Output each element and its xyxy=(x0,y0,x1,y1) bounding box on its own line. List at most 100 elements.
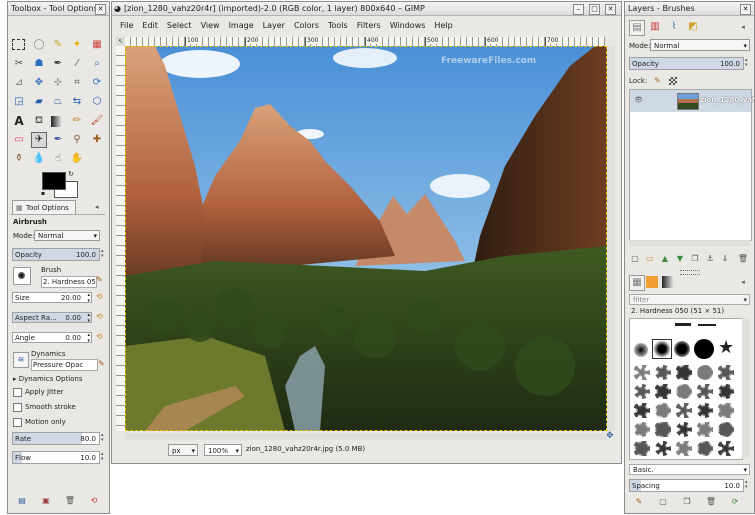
spacing-slider[interactable]: Spacing 10.0 xyxy=(629,479,744,492)
align-tool-icon[interactable]: ⊹ xyxy=(51,76,65,90)
menu-file[interactable]: File xyxy=(120,21,133,30)
rect-select-tool-icon[interactable] xyxy=(12,39,25,50)
pencil-tool-icon[interactable]: ✏ xyxy=(70,114,84,128)
foreground-select-tool-icon[interactable]: ☗ xyxy=(32,57,46,71)
layer-opacity-slider[interactable]: Opacity 100.0 xyxy=(629,57,744,70)
brush-item[interactable] xyxy=(634,422,650,437)
unit-select[interactable]: px ▾ xyxy=(168,444,198,456)
brush-item[interactable] xyxy=(675,323,691,326)
brush-item[interactable] xyxy=(655,441,671,456)
shear-tool-icon[interactable]: ▰ xyxy=(32,95,46,109)
menu-layer[interactable]: Layer xyxy=(263,21,285,30)
brush-item[interactable] xyxy=(676,365,692,380)
brush-item[interactable] xyxy=(655,403,671,418)
layer-mode-select[interactable]: Normal ▾ xyxy=(650,39,750,51)
canvas-area[interactable]: FreewareFiles.com xyxy=(125,46,607,431)
zoom-select[interactable]: 100% ▾ xyxy=(204,444,242,456)
rate-spin-arrows[interactable]: ▴ ▾ xyxy=(101,433,104,443)
color-picker-tool-icon[interactable]: ⁄ xyxy=(70,57,84,71)
close-button[interactable]: ✕ xyxy=(605,4,616,15)
tab-patterns-icon[interactable] xyxy=(646,276,658,288)
image-window-titlebar[interactable]: ◕ [zion_1280_vahz20r4r] (imported)-2.0 (… xyxy=(112,2,621,16)
layer-row[interactable]: 👁 zion_1280_vahz xyxy=(630,90,755,112)
fuzzy-select-tool-icon[interactable]: ✦ xyxy=(70,38,84,52)
angle-reset-icon[interactable]: ⟲ xyxy=(96,332,103,341)
layers-titlebar[interactable]: Layers - Brushes xyxy=(625,2,754,16)
tab-gradients-icon[interactable] xyxy=(662,276,674,288)
brush-item[interactable] xyxy=(697,365,713,380)
clone-tool-icon[interactable]: ⚲ xyxy=(70,133,84,147)
brush-item[interactable] xyxy=(674,341,690,357)
duplicate-brush-icon[interactable]: ❐ xyxy=(681,497,693,507)
new-group-icon[interactable]: ▭ xyxy=(644,254,656,264)
brushes-menu-icon[interactable]: ◂ xyxy=(736,275,750,289)
size-spin-arrows[interactable]: ▴ ▾ xyxy=(87,292,90,304)
motion-only-box[interactable] xyxy=(13,417,22,427)
tab-paths-icon[interactable]: ⌇ xyxy=(667,20,681,34)
tab-brushes-icon[interactable]: ▦ xyxy=(629,275,645,291)
new-brush-icon[interactable]: ▢ xyxy=(657,497,669,507)
brush-item-selected[interactable] xyxy=(652,339,672,359)
reset-options-icon[interactable]: ⟲ xyxy=(88,496,100,506)
menu-windows[interactable]: Windows xyxy=(390,21,426,30)
flip-tool-icon[interactable]: ⇆ xyxy=(70,95,84,109)
zoom-tool-icon[interactable]: ⌕ xyxy=(90,57,104,71)
measure-tool-icon[interactable]: ⊿ xyxy=(12,76,26,90)
menu-view[interactable]: View xyxy=(201,21,220,30)
free-select-tool-icon[interactable]: ✎ xyxy=(51,38,65,52)
brush-item[interactable] xyxy=(718,384,734,399)
text-tool-icon[interactable]: A xyxy=(12,114,26,128)
size-reset-icon[interactable]: ⟲ xyxy=(96,292,103,301)
crop-tool-icon[interactable]: ⌗ xyxy=(70,76,84,90)
blur-tool-icon[interactable]: 💧 xyxy=(32,152,46,166)
brush-item[interactable] xyxy=(634,403,650,418)
brush-item[interactable] xyxy=(634,441,650,456)
menu-edit[interactable]: Edit xyxy=(142,21,158,30)
layer-list-hscroll[interactable] xyxy=(629,240,750,246)
lock-pixels-icon[interactable]: ✎ xyxy=(654,76,661,85)
smooth-stroke-box[interactable] xyxy=(13,402,22,412)
brush-grid-scrollbar[interactable] xyxy=(742,318,750,458)
tab-undo-icon[interactable]: ◩ xyxy=(686,20,700,34)
brush-item[interactable] xyxy=(694,339,714,359)
brush-item[interactable] xyxy=(655,422,671,437)
edit-brush-button-icon[interactable]: ✎ xyxy=(633,497,645,507)
brush-item[interactable] xyxy=(697,441,713,456)
brush-item[interactable] xyxy=(697,384,713,399)
menu-tools[interactable]: Tools xyxy=(328,21,348,30)
layers-close-button[interactable]: ✕ xyxy=(740,4,751,15)
paintbrush-tool-icon[interactable]: 🖌 xyxy=(90,114,104,128)
brush-item[interactable] xyxy=(676,384,692,399)
heal-tool-icon[interactable]: ✚ xyxy=(90,133,104,147)
ruler-corner[interactable]: ↖ xyxy=(116,37,125,46)
blend-tool-icon[interactable] xyxy=(51,116,62,127)
lower-layer-icon[interactable]: ▼ xyxy=(674,254,686,264)
layer-opacity-spin-arrows[interactable]: ▴ ▾ xyxy=(745,58,748,68)
airbrush-tool-icon[interactable]: ✈ xyxy=(31,132,47,148)
lock-alpha-icon[interactable] xyxy=(669,77,677,85)
delete-options-icon[interactable]: 🗑 xyxy=(64,496,76,506)
ellipse-select-tool-icon[interactable]: ◯ xyxy=(32,38,46,52)
spacing-spin-arrows[interactable]: ▴ ▾ xyxy=(745,480,748,490)
menu-select[interactable]: Select xyxy=(167,21,192,30)
eye-icon[interactable]: 👁 xyxy=(634,96,643,104)
brush-item[interactable] xyxy=(676,403,692,418)
horizontal-ruler[interactable]: 100 200 300 400 500 600 700 xyxy=(125,37,605,46)
edit-dynamics-icon[interactable]: ✎ xyxy=(98,359,105,368)
brush-item[interactable] xyxy=(718,403,734,418)
brush-item[interactable] xyxy=(697,403,713,418)
bucket-fill-tool-icon[interactable]: ⛾ xyxy=(32,114,46,128)
angle-spin-arrows[interactable]: ▴ ▾ xyxy=(87,332,90,344)
dynamics-icon[interactable]: ≋ xyxy=(13,352,29,368)
brush-item[interactable] xyxy=(634,384,650,399)
move-tool-icon[interactable]: ✥ xyxy=(32,76,46,90)
brush-item[interactable] xyxy=(718,422,734,437)
scale-tool-icon[interactable]: ◲ xyxy=(12,95,26,109)
brush-item[interactable] xyxy=(634,343,648,357)
toolbox-close-button[interactable]: ✕ xyxy=(95,4,106,15)
vertical-scrollbar[interactable] xyxy=(607,46,615,431)
angle-spin[interactable]: Angle 0.00 ▴ ▾ xyxy=(12,332,92,344)
aspect-ratio-spin[interactable]: Aspect Ra... 0.00 ▴ ▾ xyxy=(12,312,92,324)
opacity-spin-arrows[interactable]: ▴ ▾ xyxy=(101,249,104,259)
foreground-color-swatch[interactable] xyxy=(42,172,66,190)
